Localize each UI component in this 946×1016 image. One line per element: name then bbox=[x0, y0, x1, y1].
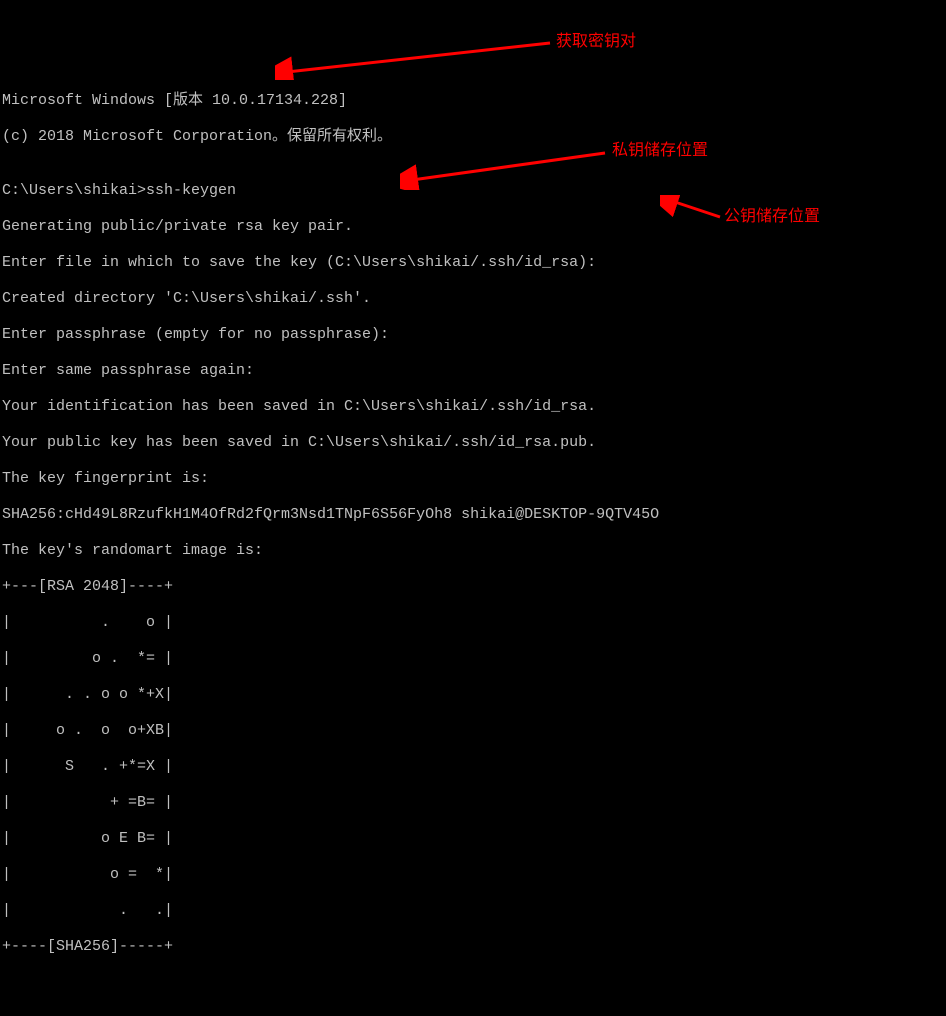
terminal-line: Your identification has been saved in C:… bbox=[2, 398, 944, 416]
terminal-line: The key fingerprint is: bbox=[2, 470, 944, 488]
terminal-line: Your public key has been saved in C:\Use… bbox=[2, 434, 944, 452]
terminal-line: C:\Users\shikai>ssh-keygen bbox=[2, 182, 944, 200]
terminal-line: The key's randomart image is: bbox=[2, 542, 944, 560]
terminal-line: Enter same passphrase again: bbox=[2, 362, 944, 380]
terminal-line: | o . *= | bbox=[2, 650, 944, 668]
terminal-line: Created directory 'C:\Users\shikai/.ssh'… bbox=[2, 290, 944, 308]
terminal-line: | . o | bbox=[2, 614, 944, 632]
terminal-line: Enter file in which to save the key (C:\… bbox=[2, 254, 944, 272]
terminal-line: +---[RSA 2048]----+ bbox=[2, 578, 944, 596]
annotation-private-key: 私钥储存位置 bbox=[612, 142, 708, 160]
terminal-line: | . . o o *+X| bbox=[2, 686, 944, 704]
terminal-line: Enter passphrase (empty for no passphras… bbox=[2, 326, 944, 344]
terminal-line: SHA256:cHd49L8RzufkH1M4OfRd2fQrm3Nsd1TNp… bbox=[2, 506, 944, 524]
terminal-line: +----[SHA256]-----+ bbox=[2, 938, 944, 956]
terminal-line: | S . +*=X | bbox=[2, 758, 944, 776]
terminal-line: | o = *| bbox=[2, 866, 944, 884]
terminal-line: | + =B= | bbox=[2, 794, 944, 812]
terminal-line: | o E B= | bbox=[2, 830, 944, 848]
annotation-keypair: 获取密钥对 bbox=[556, 33, 636, 51]
terminal-line: | . .| bbox=[2, 902, 944, 920]
annotation-public-key: 公钥储存位置 bbox=[724, 208, 820, 226]
terminal-line: Microsoft Windows [版本 10.0.17134.228] bbox=[2, 92, 944, 110]
terminal-line: | o . o o+XB| bbox=[2, 722, 944, 740]
terminal-line: (c) 2018 Microsoft Corporation。保留所有权利。 bbox=[2, 128, 944, 146]
